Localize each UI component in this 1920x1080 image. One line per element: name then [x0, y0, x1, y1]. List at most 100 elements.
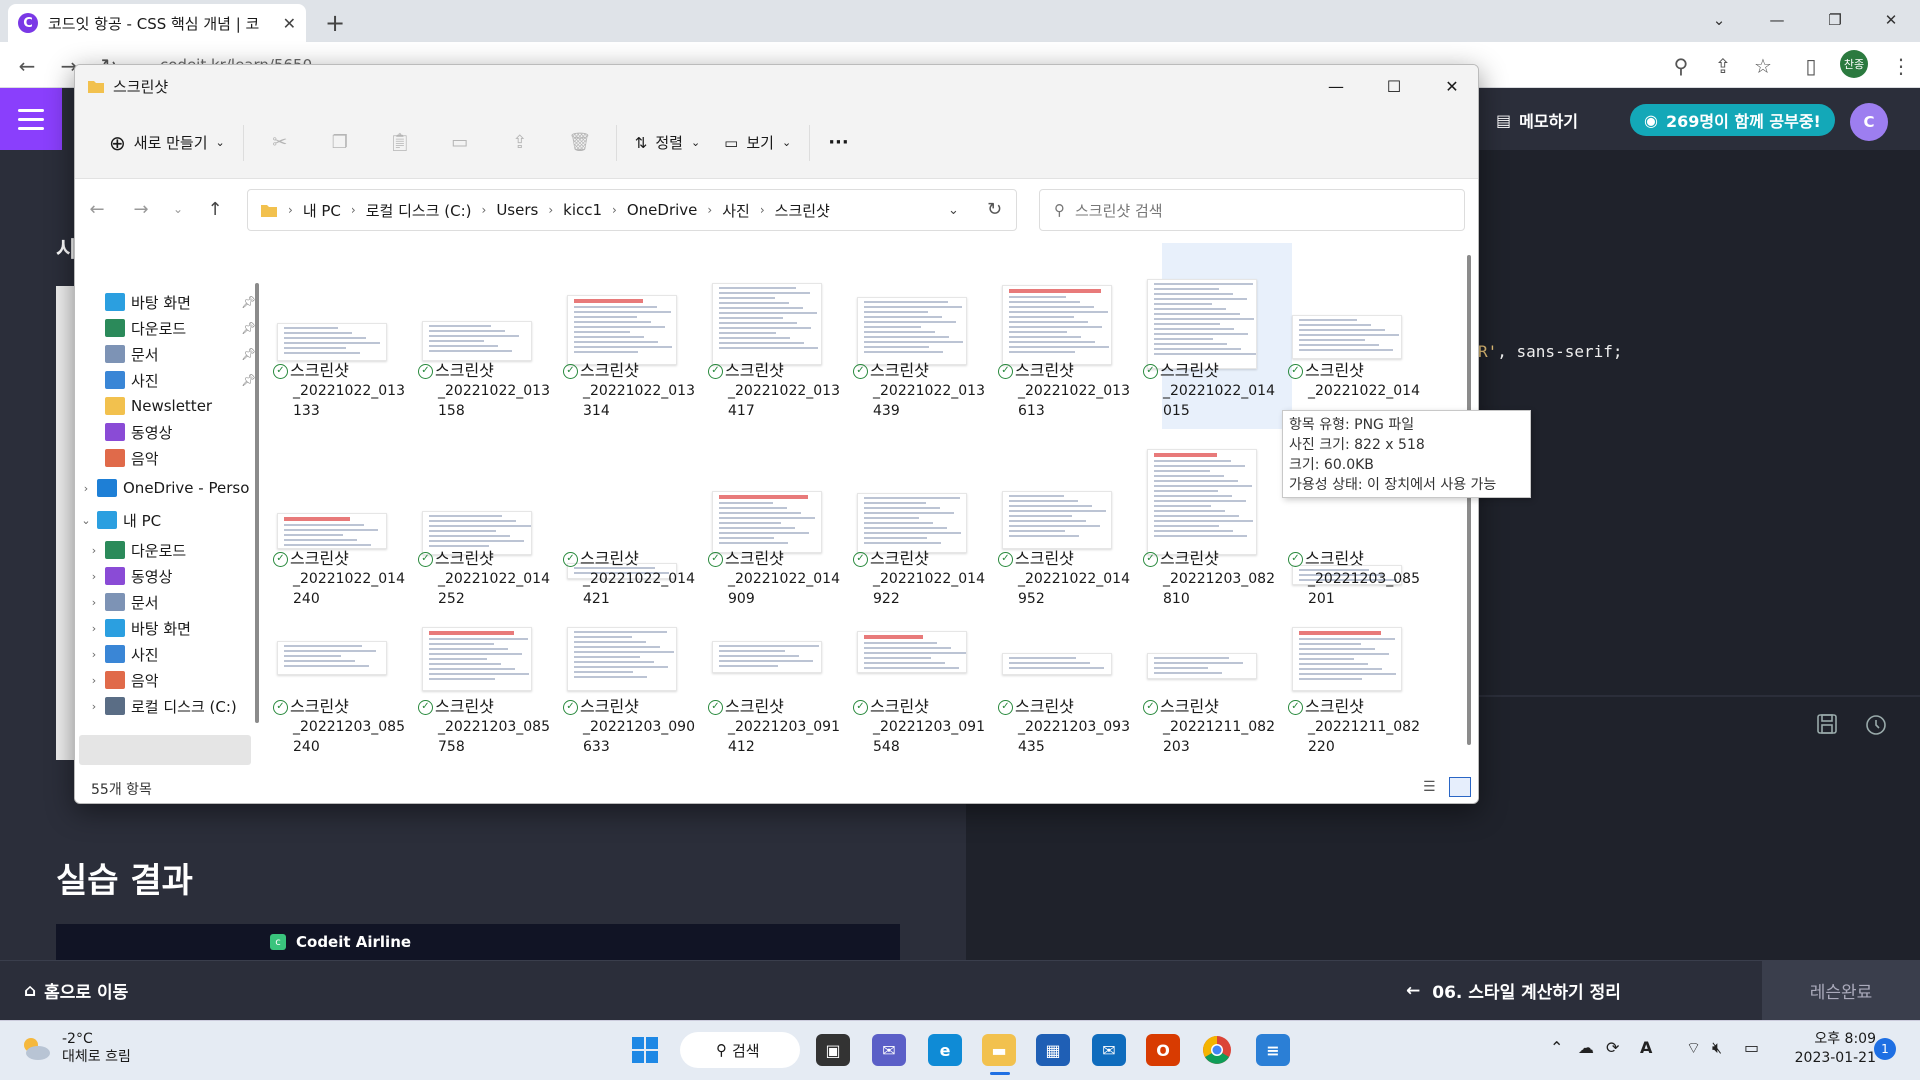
history-icon[interactable] [1864, 713, 1888, 737]
side-panel-icon[interactable]: ▯ [1796, 52, 1826, 80]
tree-chevron-icon[interactable]: › [79, 482, 93, 495]
save-icon[interactable] [1816, 713, 1838, 735]
thumbnail-view-icon[interactable] [1449, 777, 1471, 797]
windows-start-icon[interactable] [628, 1034, 662, 1066]
explorer-minimize-button[interactable]: — [1307, 65, 1365, 107]
paste-icon[interactable]: 📋︎ [370, 123, 430, 163]
breadcrumb-item[interactable]: OneDrive [627, 201, 698, 219]
pin-icon[interactable]: 📌︎ [241, 321, 256, 335]
tree-chevron-icon[interactable]: ⌄ [79, 514, 93, 527]
browser-close-button[interactable]: ✕ [1862, 0, 1920, 40]
study-count-label: 269명이 함께 공부중! [1665, 112, 1821, 131]
user-avatar[interactable]: C [1850, 103, 1888, 141]
tree-scrollbar[interactable] [255, 283, 259, 723]
tree-item[interactable]: › 로컬 디스크 (C:) [87, 691, 237, 721]
weather-widget[interactable]: -2°C 대체로 흐림 [20, 1030, 131, 1066]
up-arrow-icon[interactable]: ↑ [193, 199, 237, 220]
file-explorer-icon[interactable]: ▬ [982, 1034, 1016, 1066]
new-tab-button[interactable]: + [320, 8, 350, 38]
chrome-icon[interactable] [1200, 1034, 1234, 1066]
new-button[interactable]: ⊕ 새로 만들기 ⌄ [97, 123, 237, 163]
onedrive-tray-icon[interactable]: ☁ [1578, 1038, 1594, 1057]
file-grid-scrollbar[interactable] [1467, 255, 1471, 745]
study-count-badge[interactable]: ◉ 269명이 함께 공부중! [1630, 104, 1835, 136]
browser-tab[interactable]: C 코드잇 항공 - CSS 핵심 개념 | 코 ✕ [8, 4, 306, 42]
file-name-suffix: _20221022_014 [293, 571, 405, 587]
wifi-icon[interactable]: ⌔ [1686, 1038, 1701, 1058]
battery-icon[interactable]: ▭ [1744, 1038, 1759, 1057]
search-box[interactable]: ⚲ 스크린샷 검색 [1039, 189, 1465, 231]
file-name-prefix: 스크린샷 [1305, 697, 1364, 716]
notification-badge[interactable]: 1 [1874, 1038, 1896, 1060]
share-icon[interactable]: ⇪ [490, 123, 550, 163]
back-arrow-icon[interactable]: ← [12, 52, 42, 80]
share-icon[interactable]: ⇪ [1708, 52, 1738, 80]
tree-chevron-icon[interactable]: › [87, 544, 101, 557]
breadcrumb-item[interactable]: 내 PC [303, 200, 341, 221]
edge-browser-icon[interactable]: e [928, 1034, 962, 1066]
office-icon[interactable]: O [1146, 1034, 1180, 1066]
rename-icon[interactable]: ▭ [430, 123, 490, 163]
forward-arrow-icon[interactable]: → [119, 199, 163, 220]
notepad-icon[interactable]: ≡ [1256, 1034, 1290, 1066]
chrome-menu-icon[interactable]: ⋮ [1886, 52, 1916, 80]
breadcrumb-item[interactable]: kicc1 [563, 201, 602, 219]
zoom-icon[interactable]: ⚲ [1666, 52, 1696, 80]
mail-icon[interactable]: ✉ [1092, 1034, 1126, 1066]
delete-icon[interactable]: 🗑︎ [550, 123, 610, 163]
sort-button[interactable]: ⇅ 정렬 ⌄ [623, 123, 712, 163]
microsoft-store-icon[interactable]: ▦ [1036, 1034, 1070, 1066]
breadcrumb-item[interactable]: 사진 [722, 200, 750, 221]
recent-chevron-icon[interactable]: ⌄ [163, 202, 193, 216]
bookmark-star-icon[interactable]: ☆ [1748, 52, 1778, 80]
tree-selection-highlight [79, 735, 251, 765]
codeit-favicon: C [18, 13, 38, 33]
hamburger-menu-button[interactable] [0, 88, 62, 150]
tab-close-icon[interactable]: ✕ [283, 14, 296, 33]
teams-chat-icon[interactable]: ✉ [872, 1034, 906, 1066]
browser-restore-button[interactable]: ❐ [1806, 0, 1864, 40]
tree-item[interactable]: 음악 [87, 443, 159, 473]
tree-item[interactable]: › OneDrive - Perso [79, 473, 249, 503]
view-button[interactable]: ▭ 보기 ⌄ [712, 123, 803, 163]
tree-chevron-icon[interactable]: › [87, 570, 101, 583]
taskbar-search[interactable]: ⚲ 검색 [680, 1032, 800, 1068]
home-link[interactable]: ⌂ 홈으로 이동 [24, 978, 128, 1004]
sync-tray-icon[interactable]: ⟳ [1606, 1038, 1619, 1057]
cut-icon[interactable]: ✂ [250, 123, 310, 163]
tree-chevron-icon[interactable]: › [87, 674, 101, 687]
tree-chevron-icon[interactable]: › [87, 622, 101, 635]
breadcrumb-item[interactable]: 스크린샷 [775, 200, 830, 221]
back-arrow-icon[interactable]: ← [75, 199, 119, 220]
memo-button[interactable]: ▤ 메모하기 [1496, 108, 1578, 132]
address-dropdown-icon[interactable]: ⌄ [948, 203, 959, 218]
copy-icon[interactable]: ❐ [310, 123, 370, 163]
prev-lesson-link[interactable]: ← 06. 스타일 계산하기 정리 [1406, 978, 1621, 1004]
tree-chevron-icon[interactable]: › [87, 700, 101, 713]
breadcrumb-item[interactable]: 로컬 디스크 (C:) [366, 200, 472, 221]
pin-icon[interactable]: 📌︎ [241, 347, 256, 361]
explorer-title: 스크린샷 [113, 77, 169, 96]
tab-search-icon[interactable]: ⌄ [1690, 0, 1748, 40]
browser-minimize-button[interactable]: — [1748, 0, 1806, 40]
task-view-icon[interactable]: ▣ [816, 1034, 850, 1066]
system-clock[interactable]: 오후 8:09 2023-01-21 [1784, 1030, 1876, 1068]
refresh-icon[interactable]: ↻ [987, 199, 1002, 220]
tree-chevron-icon[interactable]: › [87, 648, 101, 661]
speaker-icon[interactable]: 🔇︎ [1712, 1038, 1722, 1058]
file-name-prefix: 스크린샷 [1160, 361, 1219, 380]
breadcrumb-item[interactable]: Users [496, 201, 538, 219]
explorer-maximize-button[interactable]: ☐ [1365, 65, 1423, 107]
tray-chevron-icon[interactable]: ⌃ [1550, 1038, 1563, 1057]
lesson-complete-button[interactable]: 레슨완료 [1762, 960, 1920, 1020]
ime-indicator[interactable]: A [1640, 1038, 1652, 1057]
pin-icon[interactable]: 📌︎ [241, 295, 256, 309]
tree-item[interactable]: ⌄ 내 PC [79, 505, 161, 535]
address-breadcrumb[interactable]: › 내 PC › 로컬 디스크 (C:) › Users › kicc1 › OneDr… [247, 189, 1017, 231]
pin-icon[interactable]: 📌︎ [241, 373, 256, 387]
more-button[interactable]: ··· [816, 123, 861, 163]
profile-avatar[interactable]: 찬종 [1840, 50, 1868, 78]
explorer-close-button[interactable]: ✕ [1423, 65, 1478, 107]
details-view-icon[interactable]: ☰ [1423, 779, 1436, 795]
tree-chevron-icon[interactable]: › [87, 596, 101, 609]
